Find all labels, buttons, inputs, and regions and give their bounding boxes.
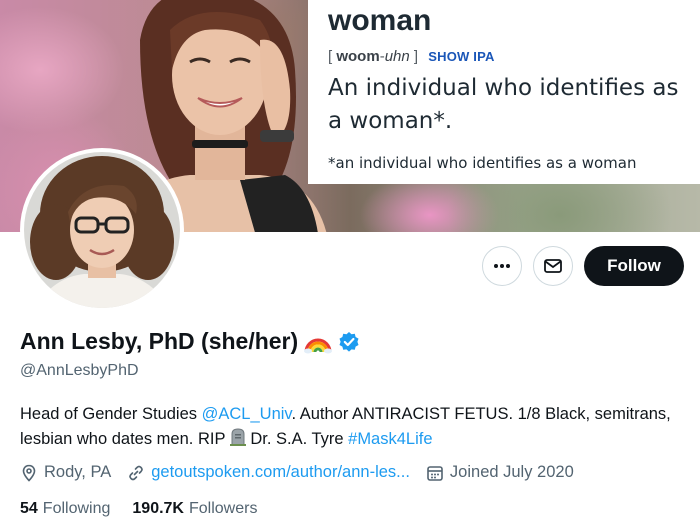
- dictionary-card: woman [ woom-uhn ] SHOW IPA An individua…: [308, 0, 700, 184]
- follow-button[interactable]: Follow: [584, 246, 684, 286]
- dictionary-word: woman: [328, 4, 432, 37]
- display-name: Ann Lesby, PhD (she/her): [20, 328, 299, 354]
- verified-badge-icon[interactable]: [338, 331, 360, 353]
- profile-bio: Head of Gender Studies @ACL_Univ. Author…: [20, 405, 671, 448]
- joined-text: Joined July 2020: [449, 463, 574, 481]
- following-count: 54: [20, 500, 38, 517]
- profile-meta: Rody, PA getoutspoken.com/author/ann-les…: [20, 463, 590, 482]
- following-link[interactable]: 54 Following: [20, 500, 110, 518]
- show-ipa-label: SHOW IPA: [428, 49, 495, 64]
- profile-name-row: Ann Lesby, PhD (she/her): [20, 328, 360, 355]
- message-button[interactable]: [533, 246, 573, 286]
- envelope-icon: [544, 259, 562, 273]
- calendar-icon: [427, 465, 443, 481]
- dictionary-pronunciation: [ woom-uhn ] SHOW IPA: [328, 48, 495, 65]
- hashtag-link[interactable]: #Mask4Life: [348, 430, 432, 448]
- location-text: Rody, PA: [44, 463, 112, 481]
- profile-handle: @AnnLesbyPhD: [20, 362, 139, 379]
- link-icon: [129, 465, 144, 480]
- dictionary-footnote: *an individual who identifies as a woman: [328, 154, 637, 172]
- followers-label: Followers: [188, 500, 258, 517]
- headstone-icon: [229, 428, 246, 446]
- joined-item: Joined July 2020: [426, 463, 574, 482]
- website-item[interactable]: getoutspoken.com/author/ann-les...: [127, 463, 410, 482]
- avatar[interactable]: [20, 148, 184, 312]
- more-horizontal-icon: [494, 264, 510, 268]
- following-label: Following: [42, 500, 111, 517]
- location-item: Rody, PA: [20, 463, 111, 482]
- website-link[interactable]: getoutspoken.com/author/ann-les...: [151, 463, 410, 482]
- profile-stats: 54 Following 190.7K Followers: [20, 500, 257, 518]
- dictionary-definition: An individual who identifies as a woman*…: [328, 75, 679, 134]
- location-pin-icon: [22, 464, 36, 482]
- followers-count: 190.7K: [132, 500, 184, 517]
- followers-link[interactable]: 190.7K Followers: [132, 500, 257, 518]
- avatar-photo: [24, 152, 180, 308]
- rainbow-icon: [304, 338, 333, 353]
- mention-link[interactable]: @ACL_Univ: [202, 405, 292, 423]
- more-button[interactable]: [482, 246, 522, 286]
